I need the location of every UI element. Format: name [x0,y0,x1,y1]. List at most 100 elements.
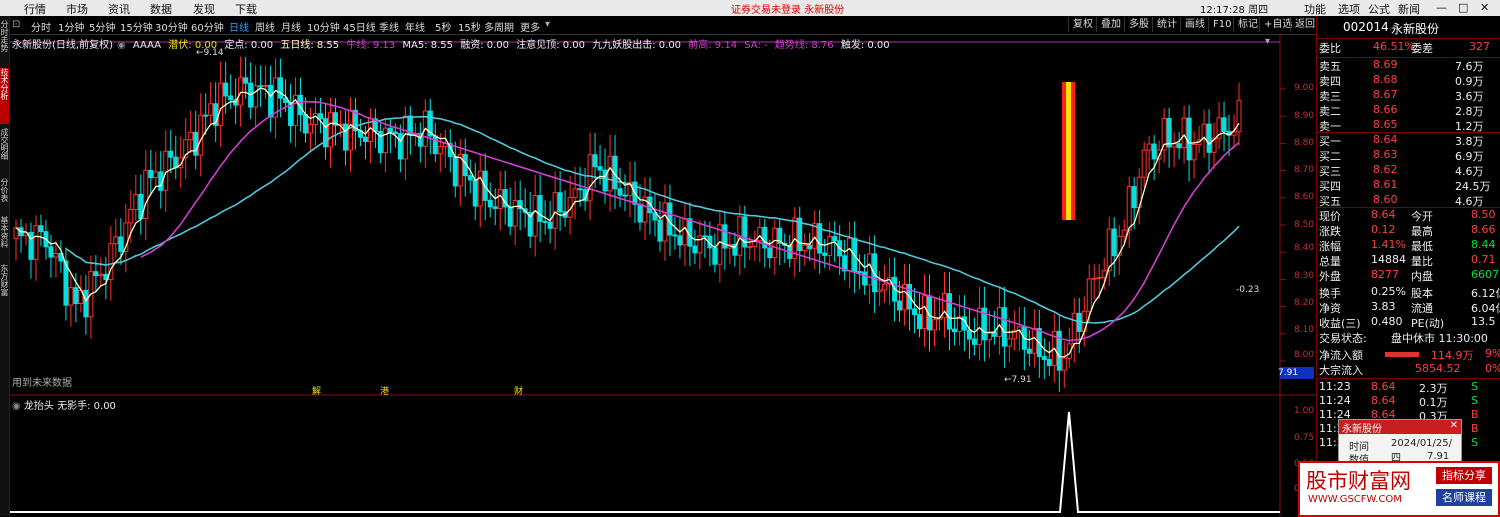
sidebar-item-tech[interactable]: 技术分析 [0,68,9,124]
fuquan-button[interactable]: 复权 [1068,17,1097,32]
candle-body [118,236,124,252]
maximize-icon[interactable]: □ [1458,1,1468,14]
candle-body [402,115,408,160]
tab-10min[interactable]: 10分钟 [307,19,340,34]
candle-body [617,188,623,196]
candle-body [607,155,613,192]
f10-button[interactable]: F10 [1208,17,1235,32]
candle-body [163,150,169,191]
login-notice[interactable]: 证券交易未登录 永新股份 [731,1,844,16]
candle-body [552,192,558,229]
tab-30min[interactable]: 30分钟 [155,19,188,34]
sidebar-item-fenshi[interactable]: 分时走势 [0,20,9,66]
stock-header: 002014 永新股份 [1319,20,1500,36]
tab-weekly[interactable]: 周线 [255,19,275,34]
sub-legend: ◉ 龙抬头 无影手: 0.00 [12,401,116,412]
candle-body [577,188,583,191]
sidebar-item-detail[interactable]: 成交明细 [0,128,9,174]
tab-year[interactable]: 年线 [405,19,425,34]
trade-status: 交易状态: 盘中休市 11:30:00 [1319,332,1488,345]
tab-fenshi[interactable]: 分时 [31,19,51,34]
candle-body [487,199,493,208]
menu-formula[interactable]: 公式 [1368,1,1390,17]
menu-download[interactable]: 下载 [235,1,257,17]
tick-row: 11:24 8.64 0.1万 S [1319,394,1478,409]
candle-body [807,244,813,250]
popup-close-icon[interactable]: ✕ [1450,420,1458,431]
candle-body [93,271,99,277]
menu-data[interactable]: 数据 [150,1,172,17]
high-price-label: ←9.14 [196,48,224,58]
tab-1min[interactable]: 1分钟 [58,19,84,34]
menu-news[interactable]: 资讯 [108,1,130,17]
sidebar-item-profile[interactable]: 基本资料 [0,216,9,262]
yaxis-tick: 8.80 [1294,138,1315,148]
multi-stock-button[interactable]: 多股 [1124,17,1153,32]
candle-body [757,226,763,242]
quote-row: 总量 14884 量比 0.71 [1319,253,1496,268]
watermark-logo: 股市财富网 WWW.GSCFW.COM 指标分享 名师课程 [1298,461,1500,517]
tab-more[interactable]: 更多 [520,19,540,34]
candle-body [308,123,314,134]
candle-body [1091,277,1097,280]
candle-body [1041,356,1047,361]
candle-body [832,236,838,242]
sidebar-item-price-table[interactable]: 分价表 [0,178,9,214]
legend-stock: 永新股份(日线,前复权) [12,40,113,51]
kline-chart[interactable] [10,34,1316,516]
back-button[interactable]: 返回 [1290,17,1319,32]
event-marker[interactable]: 解 [312,384,321,397]
tab-monthly[interactable]: 月线 [281,19,301,34]
yaxis-tick: 8.40 [1294,243,1315,253]
tab-60min[interactable]: 60分钟 [191,19,224,34]
draw-button[interactable]: 画线 [1180,17,1209,32]
menu-news-right[interactable]: 新闻 [1398,1,1420,17]
menu-function[interactable]: 功能 [1304,1,1326,17]
chevron-down-icon[interactable]: ▾ [545,19,550,30]
candle-body [203,114,209,117]
minimize-icon[interactable]: — [1436,1,1447,14]
candle-body [452,155,458,187]
event-marker[interactable]: 财 [514,384,523,397]
tab-quarter[interactable]: 季线 [379,19,399,34]
overlay-button[interactable]: 叠加 [1096,17,1125,32]
tab-45day[interactable]: 45日线 [343,19,376,34]
candle-body [38,225,44,233]
candle-body [772,227,778,259]
candle-body [1126,186,1132,231]
event-marker[interactable]: 港 [380,384,389,397]
menu-bar: 行情 市场 资讯 数据 发现 下载 证券交易未登录 永新股份 12:17:28 … [0,0,1500,16]
legend-wuri: 五日线: 8.55 [280,40,340,51]
candle-body [897,300,903,311]
candle-body [702,235,708,238]
candle-body [33,225,39,260]
candle-body [313,113,319,125]
legend-dingdian: 定点: 0.00 [224,40,274,51]
menu-options[interactable]: 选项 [1338,1,1360,17]
eye-icon[interactable]: ◉ [117,40,126,51]
tab-5sec[interactable]: 5秒 [435,19,451,34]
sidebar-item-eastmoney[interactable]: 东方财富 [0,264,9,310]
menu-quotes[interactable]: 行情 [24,1,46,17]
stats-button[interactable]: 统计 [1152,17,1181,32]
mark-button[interactable]: 标记 [1233,17,1262,32]
close-icon[interactable]: ✕ [1480,1,1489,14]
menu-market[interactable]: 市场 [66,1,88,17]
candle-body [83,289,89,318]
tab-15min[interactable]: 15分钟 [120,19,153,34]
candle-body [193,131,199,156]
candle-body [472,179,478,207]
tab-daily[interactable]: 日线 [229,19,249,34]
toggle-icon[interactable]: ⊡ [12,19,20,30]
ask-row: 卖五 8.69 7.6万 [1319,58,1484,73]
tab-5min[interactable]: 5分钟 [89,19,115,34]
candle-body [507,206,513,227]
candle-body [113,236,119,245]
menu-discover[interactable]: 发现 [193,1,215,17]
watermark-tag: 名师课程 [1436,489,1492,506]
legend-expand-icon[interactable]: ▾ [1265,36,1270,47]
tab-multi-period[interactable]: 多周期 [484,19,514,34]
bid-row: 买五 8.60 4.6万 [1319,193,1484,208]
tab-15sec[interactable]: 15秒 [458,19,481,34]
candle-body [128,209,134,224]
